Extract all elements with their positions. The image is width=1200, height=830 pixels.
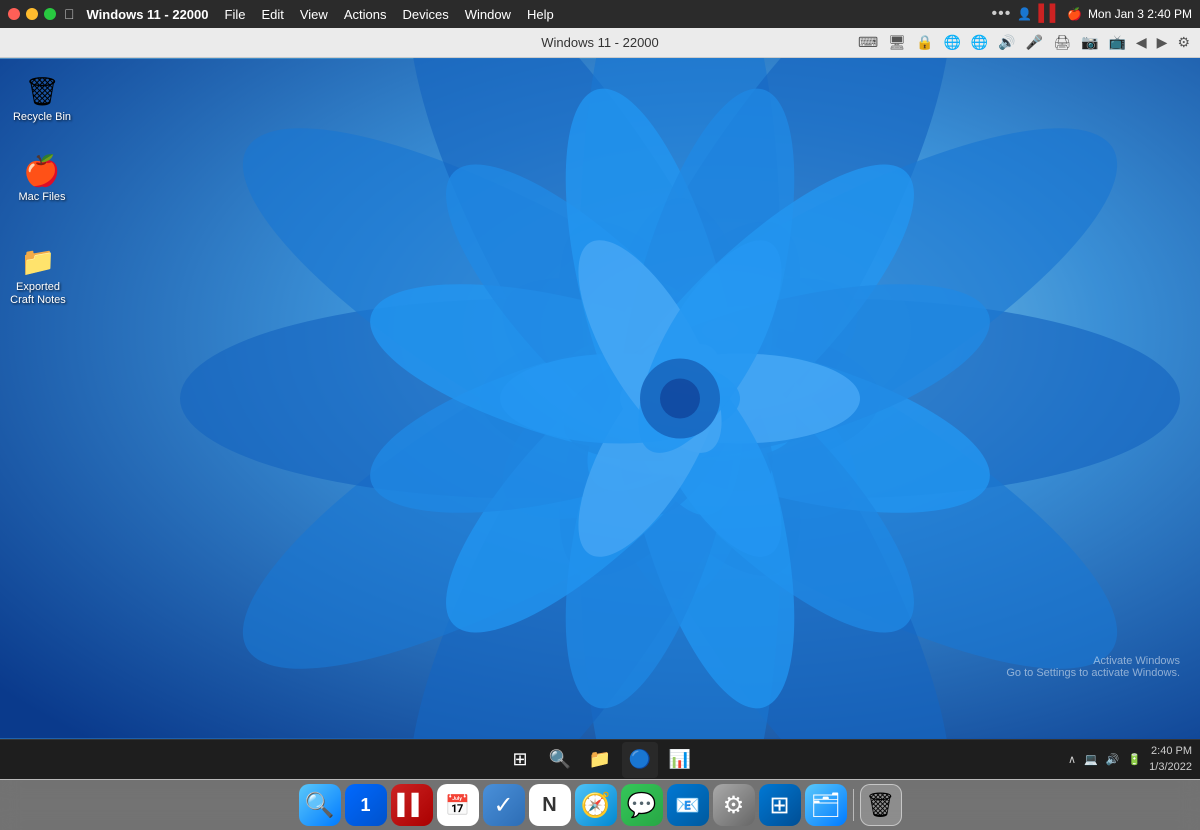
maximize-button[interactable] [44, 8, 56, 20]
menu-edit[interactable]: Edit [253, 0, 291, 28]
vm-toolbar-icons: ⌨ 🖥 🔒 🌐 🌐 🔊 🎤 🖨 📷 📺 ◀ ▶ ⚙ [856, 32, 1192, 53]
forward-icon[interactable]: ▶ [1155, 32, 1170, 53]
mac-files-image: 🍎 [24, 153, 60, 189]
menu-file[interactable]: File [217, 0, 254, 28]
dock-gcal[interactable]: 📅 [437, 784, 479, 826]
keyboard-icon[interactable]: ⌨ [856, 32, 880, 53]
recycle-bin-label: Recycle Bin [13, 111, 71, 124]
globe-icon[interactable]: 🌐 [941, 32, 962, 53]
vm-toolbar: Windows 11 - 22000 ⌨ 🖥 🔒 🌐 🌐 🔊 🎤 🖨 📷 📺 ◀… [0, 28, 1200, 58]
lock-icon[interactable]: 🔒 [914, 32, 935, 53]
dock-things[interactable]: ✓ [483, 784, 525, 826]
traffic-lights [8, 8, 56, 20]
dock-files[interactable]: 🗂 [805, 784, 847, 826]
mac-dock: 🔍 1 ▌▌ 📅 ✓ N 🧭 💬 📧 ⚙ ⊞ 🗂 🗑 [0, 779, 1200, 830]
dock-outlook[interactable]: 📧 [667, 784, 709, 826]
taskbar-right: ∧ 💻 🔊 🔋 2:40 PM 1/3/2022 [1068, 744, 1192, 775]
profile-icon: 👤 [1017, 7, 1032, 21]
mic-icon[interactable]: 🎤 [1024, 32, 1045, 53]
menu-window[interactable]: Window [457, 0, 519, 28]
clock-date: 1/3/2022 [1149, 760, 1192, 775]
start-button[interactable]: ⊞ [502, 742, 538, 778]
back-icon[interactable]: ◀ [1134, 32, 1149, 53]
dock-system-prefs[interactable]: ⚙ [713, 784, 755, 826]
dots-icon[interactable]: ••• [992, 5, 1012, 23]
recycle-bin-image: 🗑 [24, 73, 60, 109]
mac-clock: Mon Jan 3 2:40 PM [1088, 7, 1192, 21]
mac-files-icon[interactable]: 🍎 Mac Files [8, 153, 76, 204]
globe2-icon[interactable]: 🌐 [969, 32, 990, 53]
display-icon[interactable]: 🖥 [886, 32, 908, 53]
mac-titlebar:  Windows 11 - 22000 File Edit View Acti… [0, 0, 1200, 28]
minimize-button[interactable] [26, 8, 38, 20]
dock-finder[interactable]: 🔍 [299, 784, 341, 826]
dock-divider [853, 789, 854, 821]
camera-icon[interactable]: 📷 [1079, 32, 1100, 53]
clock-time: 2:40 PM [1149, 744, 1192, 759]
mac-files-label: Mac Files [18, 191, 65, 204]
systray-network[interactable]: 💻 [1084, 753, 1098, 766]
dock-parallels[interactable]: ▌▌ [391, 784, 433, 826]
dock-messages[interactable]: 💬 [621, 784, 663, 826]
menu-devices[interactable]: Devices [394, 0, 456, 28]
menu-view[interactable]: View [292, 0, 336, 28]
vm-title: Windows 11 - 22000 [541, 35, 659, 50]
tv-icon[interactable]: 📺 [1106, 32, 1127, 53]
exported-craft-label: Exported Craft Notes [4, 281, 72, 307]
search-button[interactable]: 🔍 [542, 742, 578, 778]
print-icon[interactable]: 🖨 [1051, 32, 1073, 53]
dock-safari[interactable]: 🧭 [575, 784, 617, 826]
exported-craft-icon[interactable]: 📁 Exported Craft Notes [4, 243, 72, 307]
taskbar-center: ⊞ 🔍 📁 🔵 📊 [502, 742, 698, 778]
systray-battery[interactable]: 🔋 [1127, 753, 1141, 766]
dock-trash[interactable]: 🗑 [860, 784, 902, 826]
win-taskbar: ⊞ 🔍 📁 🔵 📊 ∧ 💻 🔊 🔋 2:40 PM 1/3/2022 [0, 739, 1200, 779]
taskbar-app1[interactable]: 🔵 [622, 742, 658, 778]
mac-status-icon: 🍎 [1067, 7, 1082, 21]
recycle-bin-icon[interactable]: 🗑 Recycle Bin [8, 73, 76, 124]
dock-win11[interactable]: ⊞ [759, 784, 801, 826]
taskbar-app2[interactable]: 📊 [662, 742, 698, 778]
systray-chevron[interactable]: ∧ [1068, 753, 1076, 766]
menu-help[interactable]: Help [519, 0, 562, 28]
systray-sound[interactable]: 🔊 [1106, 753, 1120, 766]
file-explorer-button[interactable]: 📁 [582, 742, 618, 778]
mac-menu: Windows 11 - 22000 File Edit View Action… [79, 0, 562, 28]
close-button[interactable] [8, 8, 20, 20]
sound-icon[interactable]: 🔊 [996, 32, 1017, 53]
exported-craft-image: 📁 [20, 243, 56, 279]
apple-logo-icon[interactable]:  [64, 6, 75, 22]
dock-1password[interactable]: 1 [345, 784, 387, 826]
mac-menu-right: ••• 👤 ▌▌ 🍎 Mon Jan 3 2:40 PM [992, 5, 1192, 23]
taskbar-clock[interactable]: 2:40 PM 1/3/2022 [1149, 744, 1192, 775]
parallels-status-icon: ▌▌ [1038, 5, 1061, 23]
menu-actions[interactable]: Actions [336, 0, 395, 28]
settings-icon[interactable]: ⚙ [1175, 32, 1192, 53]
menu-app-name[interactable]: Windows 11 - 22000 [79, 0, 217, 28]
windows-desktop[interactable]: 🗑 Recycle Bin 🍎 Mac Files 📁 Exported Cra… [0, 58, 1200, 739]
dock-notion[interactable]: N [529, 784, 571, 826]
